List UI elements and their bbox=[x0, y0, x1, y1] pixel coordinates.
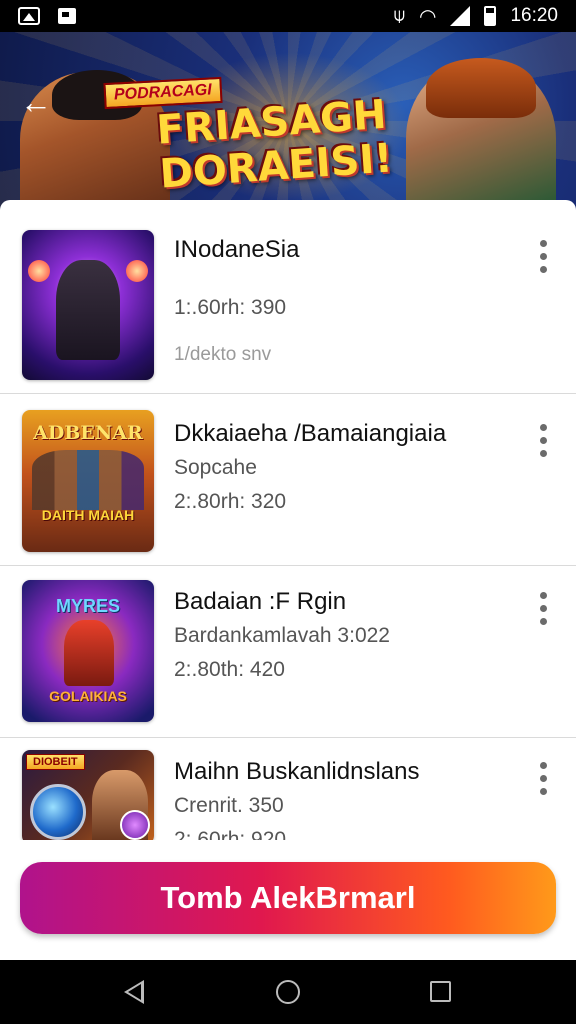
game-thumbnail[interactable]: DIOBEIT bbox=[22, 750, 154, 840]
vibrate-icon: ⍦ bbox=[393, 5, 405, 26]
banner-title: FRIASAGH DORAEISI! bbox=[155, 91, 394, 198]
wifi-icon: ◠ bbox=[419, 5, 437, 28]
item-meta: Crenrit. 350 bbox=[174, 794, 284, 817]
primary-action-button[interactable]: Tomb AlekBrmarl bbox=[20, 862, 556, 934]
list-item[interactable]: DIOBEIT Maihn Buskanlidnslans Crenrit. 3… bbox=[0, 738, 576, 840]
hero-banner: PODRACAGI FRIASAGH DORAEISI! ← bbox=[0, 32, 576, 210]
nav-home-icon[interactable] bbox=[276, 980, 300, 1004]
list-item[interactable]: MYRES GOLAIKIAS Badaian :F Rgin Bardanka… bbox=[0, 566, 576, 738]
item-meta: 1:.60rh: 390 bbox=[174, 296, 287, 319]
nav-back-icon[interactable] bbox=[124, 980, 144, 1004]
more-options-icon[interactable] bbox=[538, 424, 548, 457]
item-meta-secondary: 2:.60rh: 920 bbox=[174, 828, 287, 840]
list-item[interactable]: INodaneSia 1:.60rh: 390 1/dekto snv bbox=[0, 200, 576, 394]
more-options-icon[interactable] bbox=[538, 762, 548, 795]
game-list: INodaneSia 1:.60rh: 390 1/dekto snv ADBE… bbox=[0, 200, 576, 840]
back-arrow-icon[interactable]: ← bbox=[20, 86, 54, 118]
system-nav-bar bbox=[0, 960, 576, 1024]
signal-icon bbox=[450, 6, 471, 26]
game-thumbnail[interactable]: ADBENAR DAITH MAIAH bbox=[22, 410, 154, 552]
game-thumbnail[interactable] bbox=[22, 230, 154, 380]
status-bar: ⍦ ◠ 16:20 bbox=[0, 0, 576, 32]
item-meta: Bardankamlavah 3:022 bbox=[174, 624, 390, 647]
list-item[interactable]: ADBENAR DAITH MAIAH Dkkaiaeha /Bamaiangi… bbox=[0, 394, 576, 566]
item-meta: Sopcahe bbox=[174, 456, 257, 479]
battery-icon bbox=[484, 6, 497, 26]
item-meta-secondary: 1/dekto snv bbox=[174, 344, 272, 365]
item-title: Maihn Buskanlidnslans bbox=[174, 758, 420, 785]
item-title: Dkkaiaeha /Bamaiangiaia bbox=[174, 420, 447, 447]
item-meta-secondary: 2:.80th: 420 bbox=[174, 658, 285, 681]
image-icon bbox=[58, 8, 76, 24]
item-meta-secondary: 2:.80rh: 320 bbox=[174, 490, 287, 513]
more-options-icon[interactable] bbox=[538, 240, 548, 273]
status-time: 16:20 bbox=[510, 5, 558, 26]
item-title: Badaian :F Rgin bbox=[174, 588, 347, 615]
more-options-icon[interactable] bbox=[538, 592, 548, 625]
item-title: INodaneSia bbox=[174, 236, 300, 263]
game-thumbnail[interactable]: MYRES GOLAIKIAS bbox=[22, 580, 154, 722]
nav-recents-icon[interactable] bbox=[430, 981, 451, 1002]
gallery-icon bbox=[18, 7, 40, 25]
content-card: INodaneSia 1:.60rh: 390 1/dekto snv ADBE… bbox=[0, 200, 576, 960]
